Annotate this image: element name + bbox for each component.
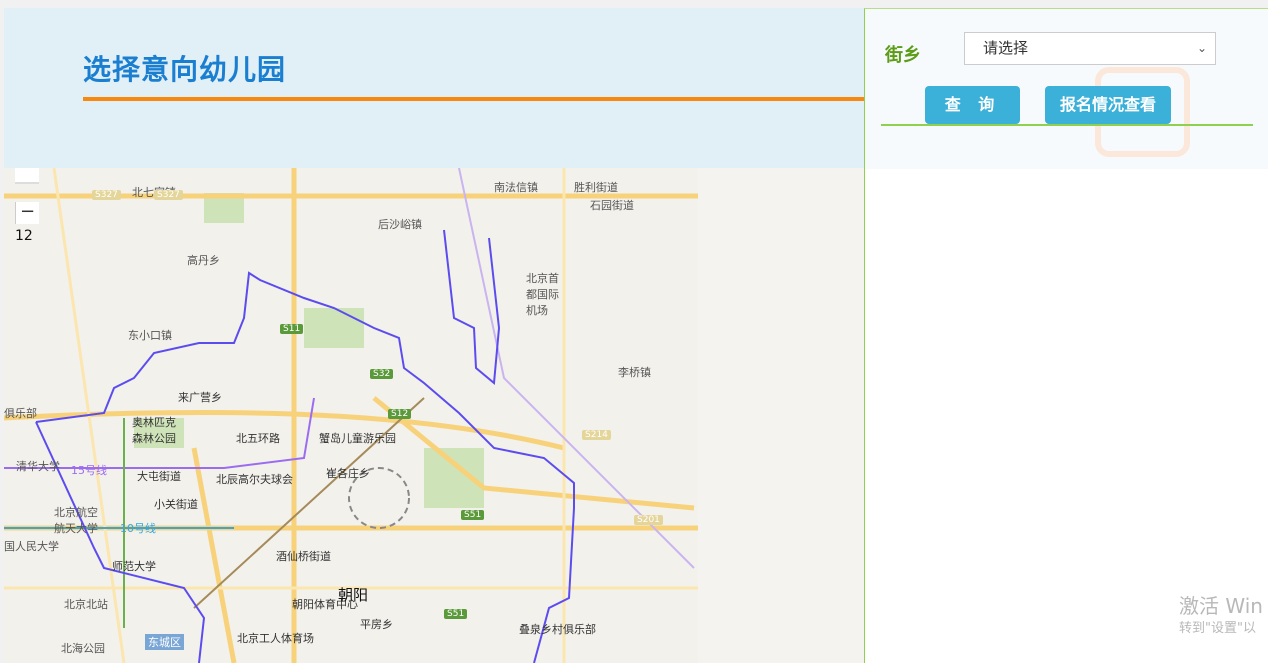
map-label: 北五环路: [236, 432, 280, 445]
zoom-in-button[interactable]: [15, 168, 39, 184]
map-label: 奥林匹克森林公园: [132, 416, 176, 445]
map-label: 东小口镇: [128, 329, 172, 342]
panel-divider: [881, 124, 1253, 126]
map-label: 国人民大学: [4, 540, 59, 553]
map-label: 北辰高尔夫球会: [216, 473, 293, 486]
query-button[interactable]: 查 询: [925, 86, 1020, 124]
street-label: 街乡: [885, 45, 921, 66]
road-shield: S327: [92, 190, 121, 200]
view-registration-button[interactable]: 报名情况查看: [1045, 86, 1171, 124]
map-blank-area: [698, 168, 864, 663]
map-label: 俱乐部: [4, 407, 37, 420]
activation-watermark-sub: 转到"设置"以: [1179, 621, 1256, 636]
search-panel: 街乡 请选择 ⌄ 查 询 报名情况查看: [864, 8, 1268, 663]
map-label: 叠泉乡村俱乐部: [519, 623, 596, 636]
road-shield: S214: [582, 430, 611, 440]
road-shield: S32: [370, 369, 394, 379]
map-label: 东城区: [145, 634, 184, 650]
road-shield: S201: [634, 515, 663, 525]
map-label: 来广营乡: [178, 391, 222, 404]
map-label: 崔各庄乡: [326, 467, 370, 480]
map-label: 酒仙桥街道: [276, 550, 331, 563]
map-label: 蟹岛儿童游乐园: [319, 432, 396, 445]
map-label: 北京航空航天大学: [54, 506, 98, 535]
chevron-down-icon: ⌄: [1196, 41, 1207, 55]
street-select[interactable]: 请选择 ⌄: [964, 32, 1216, 65]
road-shield: S11: [280, 324, 304, 334]
map-label: 小关街道: [154, 498, 198, 511]
header: 选择意向幼儿园: [4, 8, 864, 168]
district-label: 朝阳: [338, 586, 369, 604]
map-label: 15号线: [71, 464, 107, 477]
map-label: 10号线: [120, 522, 156, 535]
map-label: 后沙峪镇: [378, 218, 422, 231]
map-label: 李桥镇: [618, 366, 651, 379]
zoom-out-button[interactable]: −: [15, 202, 39, 224]
map-label: 北京工人体育场: [237, 632, 314, 645]
title-underline: [83, 97, 864, 101]
zoom-level: 12: [15, 228, 33, 244]
map-label: 石园街道: [590, 199, 634, 212]
map-label: 北海公园: [61, 642, 105, 655]
map-label: 北京首都国际机场: [526, 272, 559, 317]
activation-watermark: 激活 Win: [1179, 594, 1263, 618]
road-shield: S12: [388, 409, 412, 419]
page-title: 选择意向幼儿园: [83, 53, 287, 86]
street-select-value: 请选择: [983, 39, 1029, 57]
map-label: 北京北站: [64, 598, 108, 611]
map-label: 高丹乡: [187, 254, 220, 267]
road-shield: S51: [444, 609, 468, 619]
map-label: 师范大学: [112, 560, 156, 573]
map[interactable]: 北七家镇 南法信镇 胜利街道 石园街道 后沙峪镇 高丹乡 北京首都国际机场 东小…: [4, 168, 698, 663]
map-label: 大屯街道: [137, 470, 181, 483]
map-label: 清华大学: [16, 460, 60, 473]
road-shield: S51: [461, 510, 485, 520]
road-shield: S327: [154, 190, 183, 200]
map-label: 南法信镇: [494, 181, 538, 194]
map-label: 胜利街道: [574, 181, 618, 194]
map-label: 平房乡: [360, 618, 393, 631]
